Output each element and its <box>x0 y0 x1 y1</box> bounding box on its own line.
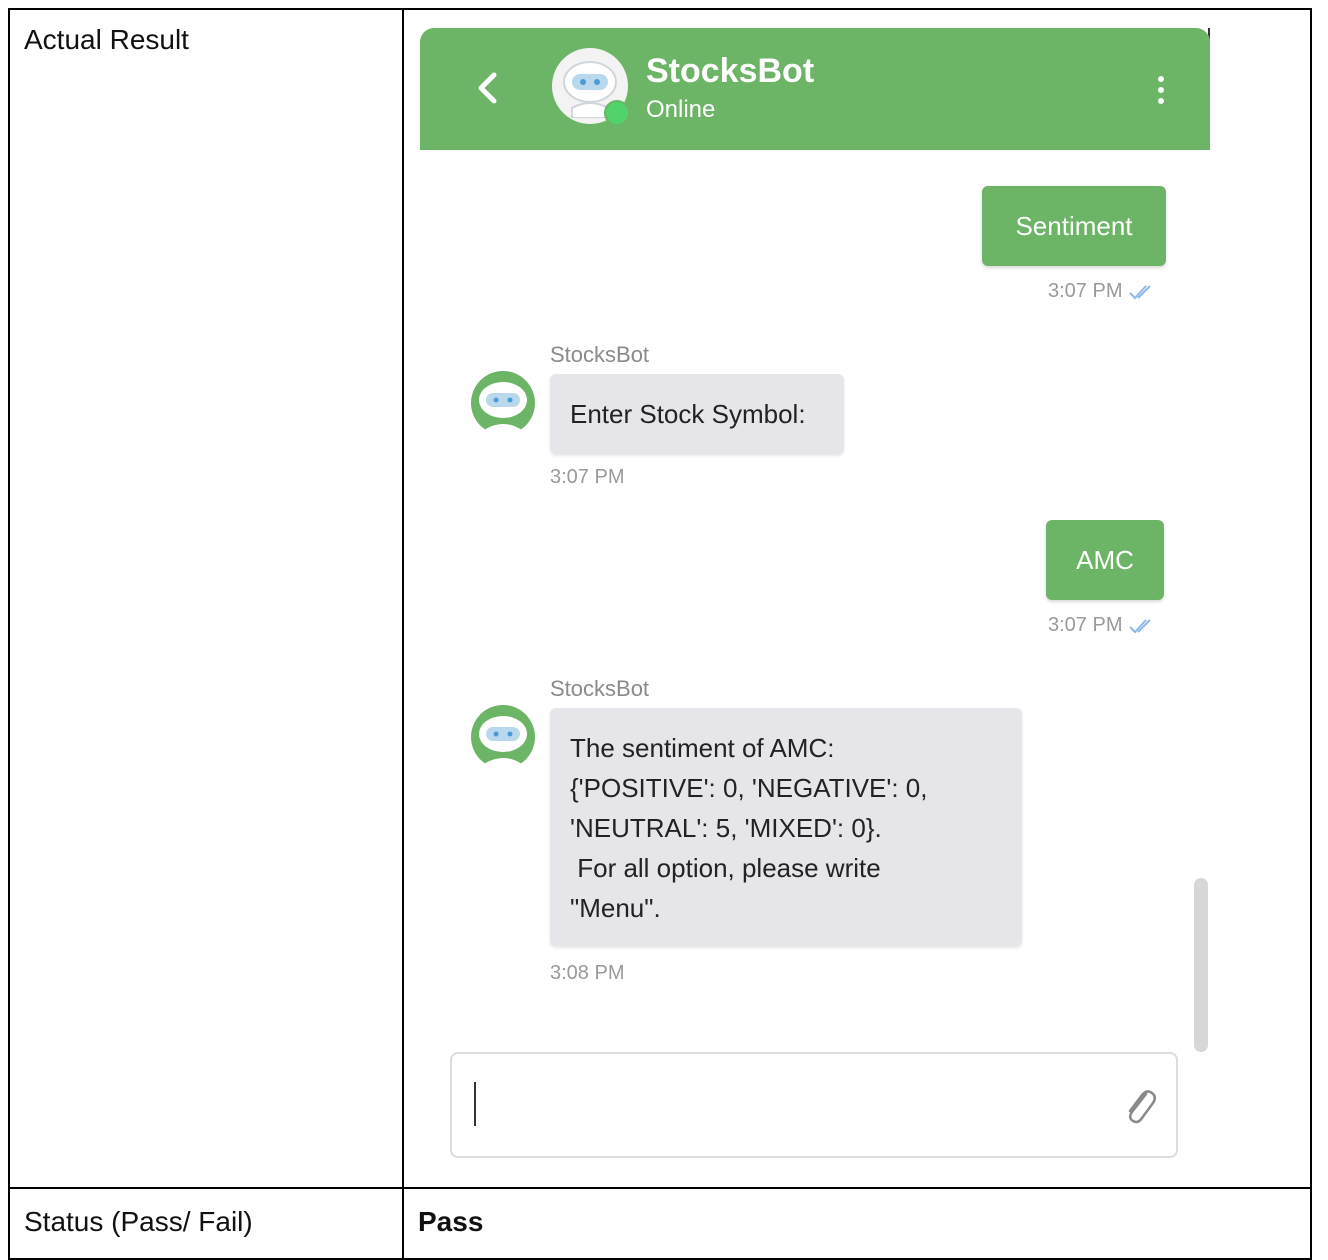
chat-window: StocksBot Online Sentiment 3:07 PM Stock… <box>420 28 1210 1174</box>
incoming-message[interactable]: Enter Stock Symbol: <box>550 374 844 454</box>
status-value: Pass <box>418 1206 484 1237</box>
attach-button[interactable] <box>1120 1084 1160 1128</box>
message-text: The sentiment of AMC: {'POSITIVE': 0, 'N… <box>570 733 928 923</box>
message-time: 3:07 PM <box>550 466 625 488</box>
robot-icon <box>471 371 535 436</box>
sender-name: StocksBot <box>550 342 650 367</box>
actual-result-label: Actual Result <box>24 24 189 55</box>
sender-name: StocksBot <box>550 676 650 701</box>
double-check-icon <box>1129 618 1152 633</box>
row-divider <box>10 1187 1310 1189</box>
robot-icon <box>471 705 535 770</box>
outgoing-message[interactable]: Sentiment <box>982 186 1166 266</box>
chat-header: StocksBot Online <box>420 28 1210 150</box>
kebab-menu-icon <box>1158 76 1164 82</box>
chat-status: Online <box>646 96 716 123</box>
message-input[interactable] <box>450 1052 1178 1158</box>
message-text: Sentiment <box>1015 210 1133 241</box>
bot-avatar-header <box>552 48 630 126</box>
message-text: Enter Stock Symbol: <box>570 399 806 429</box>
chat-title: StocksBot <box>646 52 815 90</box>
message-text: AMC <box>1076 544 1134 575</box>
paperclip-icon <box>1128 1090 1156 1124</box>
online-indicator <box>604 100 630 126</box>
scrollbar-thumb[interactable] <box>1194 878 1208 1052</box>
more-options-button[interactable] <box>1146 70 1176 110</box>
back-button[interactable] <box>470 66 504 110</box>
outgoing-message[interactable]: AMC <box>1046 520 1164 600</box>
message-time: 3:07 PM <box>1048 614 1156 637</box>
chevron-left-icon <box>478 72 497 104</box>
message-time: 3:08 PM <box>550 962 625 984</box>
text-caret <box>474 1082 476 1126</box>
column-divider <box>402 10 404 1258</box>
bot-avatar <box>470 370 536 436</box>
double-check-icon <box>1129 284 1152 299</box>
status-label: Status (Pass/ Fail) <box>24 1206 253 1237</box>
bot-avatar <box>470 704 536 770</box>
incoming-message[interactable]: The sentiment of AMC: {'POSITIVE': 0, 'N… <box>550 708 1022 946</box>
message-time: 3:07 PM <box>1048 280 1156 303</box>
